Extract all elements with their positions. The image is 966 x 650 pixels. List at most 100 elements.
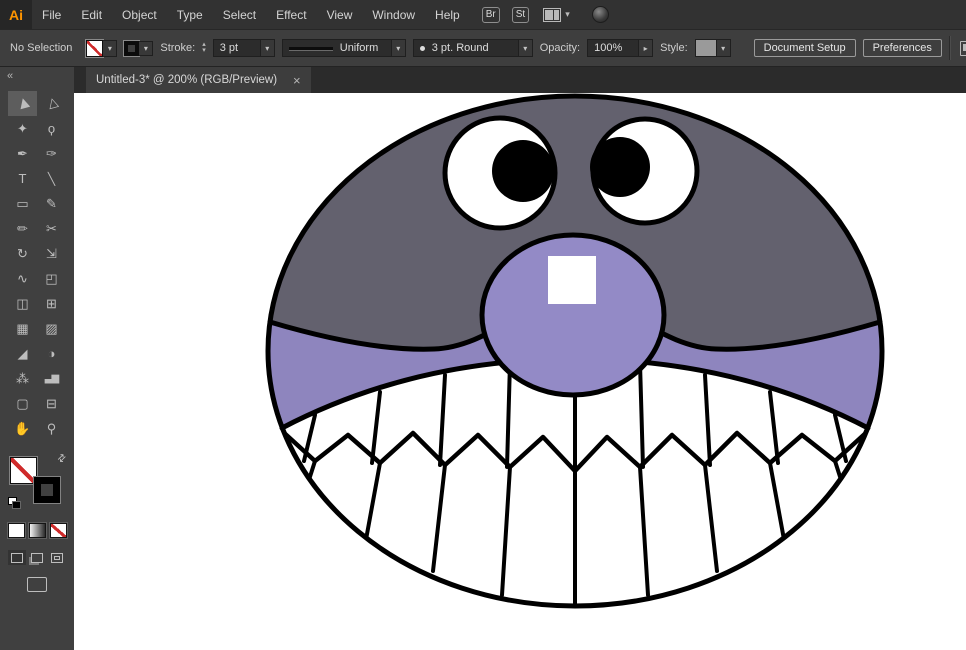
slice-tool[interactable]: ⊟ — [37, 391, 66, 416]
opacity-control[interactable]: 100% ▸ — [587, 39, 653, 57]
menu-help[interactable]: Help — [425, 0, 470, 29]
fill-color-control[interactable]: ▾ — [86, 40, 117, 57]
artboard-canvas[interactable] — [74, 93, 966, 650]
width-profile-select[interactable]: Uniform ▾ — [282, 39, 406, 57]
nose-highlight[interactable] — [548, 256, 596, 304]
free-transform-tool[interactable]: ◰ — [37, 266, 66, 291]
none-button[interactable] — [50, 523, 67, 538]
draw-normal-button[interactable] — [8, 550, 26, 565]
left-pupil[interactable] — [492, 140, 554, 202]
touch-workspace-icon[interactable] — [960, 41, 966, 56]
fill-stroke-cluster: ⇄ — [8, 455, 66, 509]
chevron-down-icon[interactable]: ▾ — [392, 39, 406, 57]
right-pupil[interactable] — [590, 137, 650, 197]
controlbar-right-group: ▾ — [949, 36, 966, 60]
rectangle-tool[interactable]: ▭ — [8, 191, 37, 216]
symbol-sprayer-tool[interactable]: ⁂ — [8, 366, 37, 391]
paintbrush-tool[interactable]: ✎ — [37, 191, 66, 216]
stroke-label: Stroke: — [160, 42, 195, 54]
collapse-panel-button[interactable]: « — [0, 67, 20, 85]
fill-none-swatch — [86, 40, 103, 57]
chevron-down-icon[interactable]: ▾ — [103, 40, 117, 57]
blend-tool-icon: ◑ — [48, 347, 56, 360]
color-button[interactable] — [8, 523, 25, 538]
gradient-button[interactable] — [29, 523, 46, 538]
rotate-tool[interactable]: ↻ — [8, 241, 37, 266]
zoom-tool-icon: ⚲ — [47, 422, 57, 435]
default-fill-stroke-icon[interactable] — [8, 497, 22, 509]
mesh-tool-icon: ▦ — [16, 322, 28, 335]
hand-tool[interactable]: ✋ — [8, 416, 37, 441]
stock-button[interactable]: St — [512, 7, 529, 23]
direct-selection-tool[interactable]: ▷ — [37, 91, 66, 116]
style-label: Style: — [660, 42, 688, 54]
chevron-down-icon[interactable]: ▾ — [565, 9, 570, 20]
selection-tool[interactable]: ▶ — [8, 91, 37, 116]
stroke-color-swatch — [124, 41, 139, 56]
scale-tool[interactable]: ⇲ — [37, 241, 66, 266]
shape-builder-tool[interactable]: ◫ — [8, 291, 37, 316]
menu-effect[interactable]: Effect — [266, 0, 316, 29]
menu-select[interactable]: Select — [213, 0, 266, 29]
menu-window[interactable]: Window — [362, 0, 425, 29]
stroke-weight-select[interactable]: 3 pt ▾ — [213, 39, 275, 57]
pen-tool-icon: ✒ — [17, 147, 28, 160]
stroke-color-control[interactable]: ▾ — [124, 41, 153, 56]
workspace-layout-icon[interactable] — [543, 8, 561, 22]
menu-type[interactable]: Type — [167, 0, 213, 29]
swap-fill-stroke-icon[interactable]: ⇄ — [55, 452, 69, 466]
type-tool[interactable]: T — [8, 166, 37, 191]
style-select[interactable]: ▾ — [695, 39, 731, 57]
bridge-button[interactable]: Br — [482, 7, 500, 23]
chevron-down-icon[interactable]: ▾ — [519, 39, 533, 57]
width-tool[interactable]: ∿ — [8, 266, 37, 291]
document-tab[interactable]: Untitled-3* @ 200% (RGB/Preview) × — [86, 67, 311, 93]
width-tool-icon: ∿ — [17, 272, 28, 285]
column-graph-tool[interactable]: ▃▆ — [37, 366, 66, 391]
chevron-down-icon[interactable]: ▾ — [139, 41, 153, 56]
symbol-sprayer-tool-icon: ⁂ — [16, 372, 29, 385]
stroke-color-well[interactable] — [34, 477, 60, 503]
menu-file[interactable]: File — [32, 0, 71, 29]
preferences-button[interactable]: Preferences — [863, 39, 942, 57]
rectangle-tool-icon: ▭ — [16, 197, 28, 210]
chevron-down-icon[interactable]: ▾ — [717, 39, 731, 57]
screen-mode-button[interactable] — [27, 577, 47, 592]
drawing-modes-row — [8, 550, 66, 565]
menu-object[interactable]: Object — [112, 0, 167, 29]
pen-tool[interactable]: ✒ — [8, 141, 37, 166]
separator — [949, 36, 950, 60]
opacity-label: Opacity: — [540, 42, 580, 54]
draw-inside-button[interactable] — [48, 550, 66, 565]
menu-edit[interactable]: Edit — [71, 0, 112, 29]
chevron-down-icon[interactable]: ▾ — [261, 39, 275, 57]
stroke-weight-stepper[interactable]: ▴ ▾ — [202, 42, 206, 54]
menu-view[interactable]: View — [317, 0, 363, 29]
brush-definition-select[interactable]: 3 pt. Round ▾ — [413, 39, 533, 57]
close-icon[interactable]: × — [293, 74, 301, 87]
opacity-flyout-arrow-icon[interactable]: ▸ — [639, 39, 653, 57]
line-segment-tool[interactable]: ╲ — [37, 166, 66, 191]
artboard-tool[interactable]: ▢ — [8, 391, 37, 416]
magic-wand-tool[interactable]: ✦ — [8, 116, 37, 141]
zoom-tool[interactable]: ⚲ — [37, 416, 66, 441]
scissors-tool[interactable]: ✂ — [37, 216, 66, 241]
perspective-grid-tool[interactable]: ⊞ — [37, 291, 66, 316]
opacity-value[interactable]: 100% — [587, 39, 639, 57]
character-face[interactable] — [268, 96, 882, 607]
stepper-down-icon[interactable]: ▾ — [202, 48, 206, 54]
draw-behind-button[interactable] — [28, 550, 46, 565]
mesh-tool[interactable]: ▦ — [8, 316, 37, 341]
cc-sync-icon[interactable] — [592, 6, 609, 23]
fill-color-well[interactable] — [10, 457, 37, 484]
blend-tool[interactable]: ◑ — [37, 341, 66, 366]
menu-items: FileEditObjectTypeSelectEffectViewWindow… — [32, 0, 470, 29]
eyedropper-tool[interactable]: ◢ — [8, 341, 37, 366]
stroke-weight-value[interactable]: 3 pt — [213, 39, 261, 57]
gradient-tool[interactable]: ▨ — [37, 316, 66, 341]
document-setup-button[interactable]: Document Setup — [754, 39, 856, 57]
pencil-tool[interactable]: ✏ — [8, 216, 37, 241]
curvature-tool[interactable]: ✑ — [37, 141, 66, 166]
lasso-tool[interactable]: ϙ — [37, 116, 66, 141]
selection-tool-icon: ▶ — [15, 97, 30, 110]
